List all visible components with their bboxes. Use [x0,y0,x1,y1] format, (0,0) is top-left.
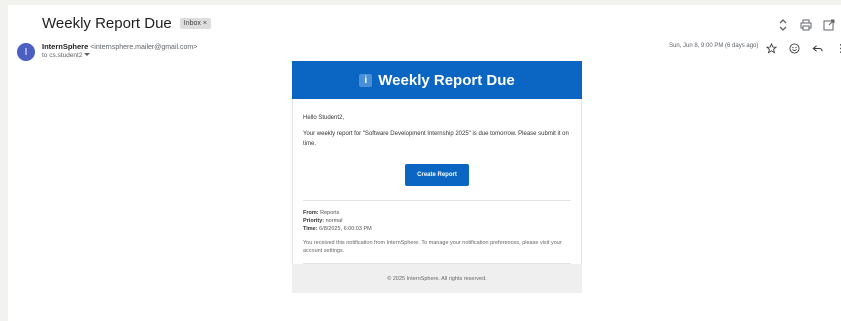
star-icon[interactable] [765,42,778,55]
print-icon[interactable] [799,18,812,31]
thread-actions [776,18,835,31]
expand-icon[interactable] [776,18,789,31]
greeting: Hello Student2, [303,115,345,121]
time-value: 6/8/2025, 6:00:03 PM [319,226,372,232]
emoji-icon[interactable] [788,42,801,55]
sender-info: InternSphere <internsphere.mailer@gmail.… [42,42,197,51]
message-text: Your weekly report for "Software Develop… [303,131,569,147]
email-footer: © 2025 InternSphere. All rights reserved… [292,264,582,293]
sender-avatar[interactable]: I [17,43,35,61]
cta-container: Create Report [303,155,571,200]
recipient-text: to cs.student2 [42,52,83,59]
notification-notice: You received this notification from Inte… [303,233,571,264]
time-label: Time: [303,226,318,232]
meta-time: Time: 6/8/2025, 6:00:03 PM [303,225,571,233]
email-banner-title: Weekly Report Due [378,71,515,89]
inbox-label-chip[interactable]: Inbox × [179,18,211,29]
more-vertical-icon[interactable] [834,42,841,55]
subject-row: Weekly Report Due Inbox × [42,15,211,32]
message-actions [765,42,841,55]
email-date: Sun, Jun 8, 9:00 PM (6 days ago) [669,43,759,49]
open-new-window-icon[interactable] [822,18,835,31]
email-banner: i Weekly Report Due [292,61,582,99]
email-view: Weekly Report Due Inbox × I InternSphere… [8,5,841,321]
from-value: Reports [320,210,340,216]
email-content: Hello Student2, Your weekly report for "… [292,99,582,264]
divider [303,200,571,201]
sender-email: <internsphere.mailer@gmail.com> [90,44,198,51]
email-body-card: i Weekly Report Due Hello Student2, Your… [292,61,582,293]
meta-from: From: Reports [303,209,571,217]
chevron-down-icon[interactable] [84,52,91,59]
from-label: From: [303,210,319,216]
meta-priority: Priority: normal [303,217,571,225]
inbox-label-text: Inbox [183,20,201,27]
remove-label-icon[interactable]: × [203,20,207,27]
info-icon: i [359,73,373,87]
priority-label: Priority: [303,218,325,224]
copyright-text: © 2025 InternSphere. All rights reserved… [387,275,487,282]
recipient-line[interactable]: to cs.student2 [42,52,91,59]
email-subject: Weekly Report Due [42,15,172,32]
sender-name[interactable]: InternSphere [42,42,88,51]
reply-icon[interactable] [811,42,824,55]
create-report-button[interactable]: Create Report [405,164,469,186]
priority-value: normal [325,218,343,224]
